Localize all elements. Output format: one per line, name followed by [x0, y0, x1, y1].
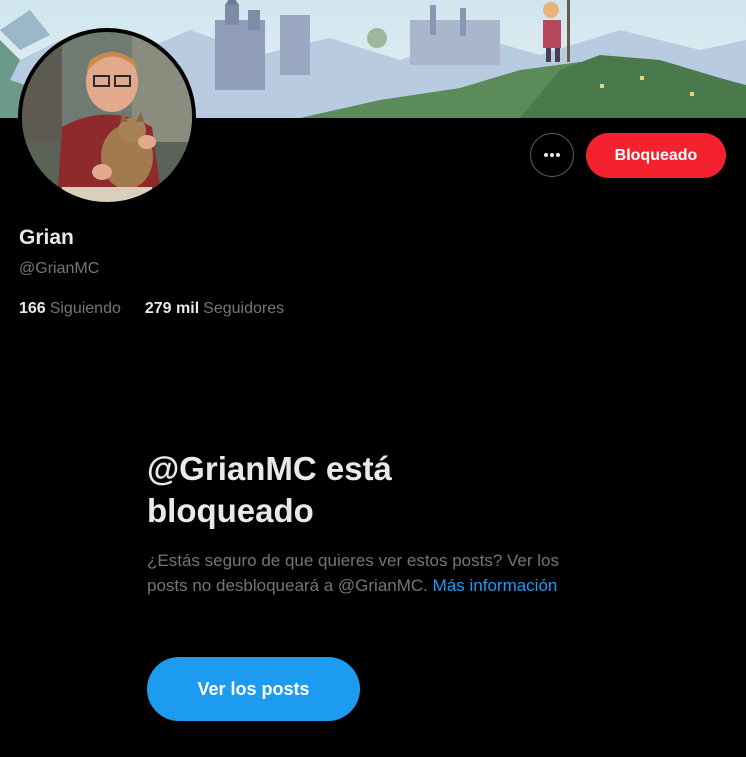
following-stat[interactable]: 166 Siguiendo [19, 300, 121, 318]
following-label: Siguiendo [49, 300, 121, 317]
handle: @GrianMC [19, 260, 100, 277]
avatar[interactable] [22, 32, 192, 202]
followers-label: Seguidores [203, 300, 285, 317]
view-posts-button[interactable]: Ver los posts [147, 657, 360, 721]
blocked-title: @GrianMC está bloqueado [147, 450, 392, 529]
more-options-button[interactable] [530, 133, 574, 177]
followers-count: 279 mil [144, 300, 200, 317]
blocked-description: ¿Estás seguro de que quieres ver estos p… [147, 548, 587, 598]
display-name: Grian [19, 226, 74, 249]
followers-stat[interactable]: 279 mil Seguidores [145, 300, 284, 318]
more-horizontal-icon [544, 153, 560, 157]
profile-stats: 166 Siguiendo 279 mil Seguidores [19, 300, 284, 318]
blocked-button[interactable]: Bloqueado [586, 133, 726, 178]
avatar-border [18, 28, 196, 206]
following-count: 166 [19, 300, 46, 317]
more-info-link[interactable]: Más información [433, 576, 558, 595]
